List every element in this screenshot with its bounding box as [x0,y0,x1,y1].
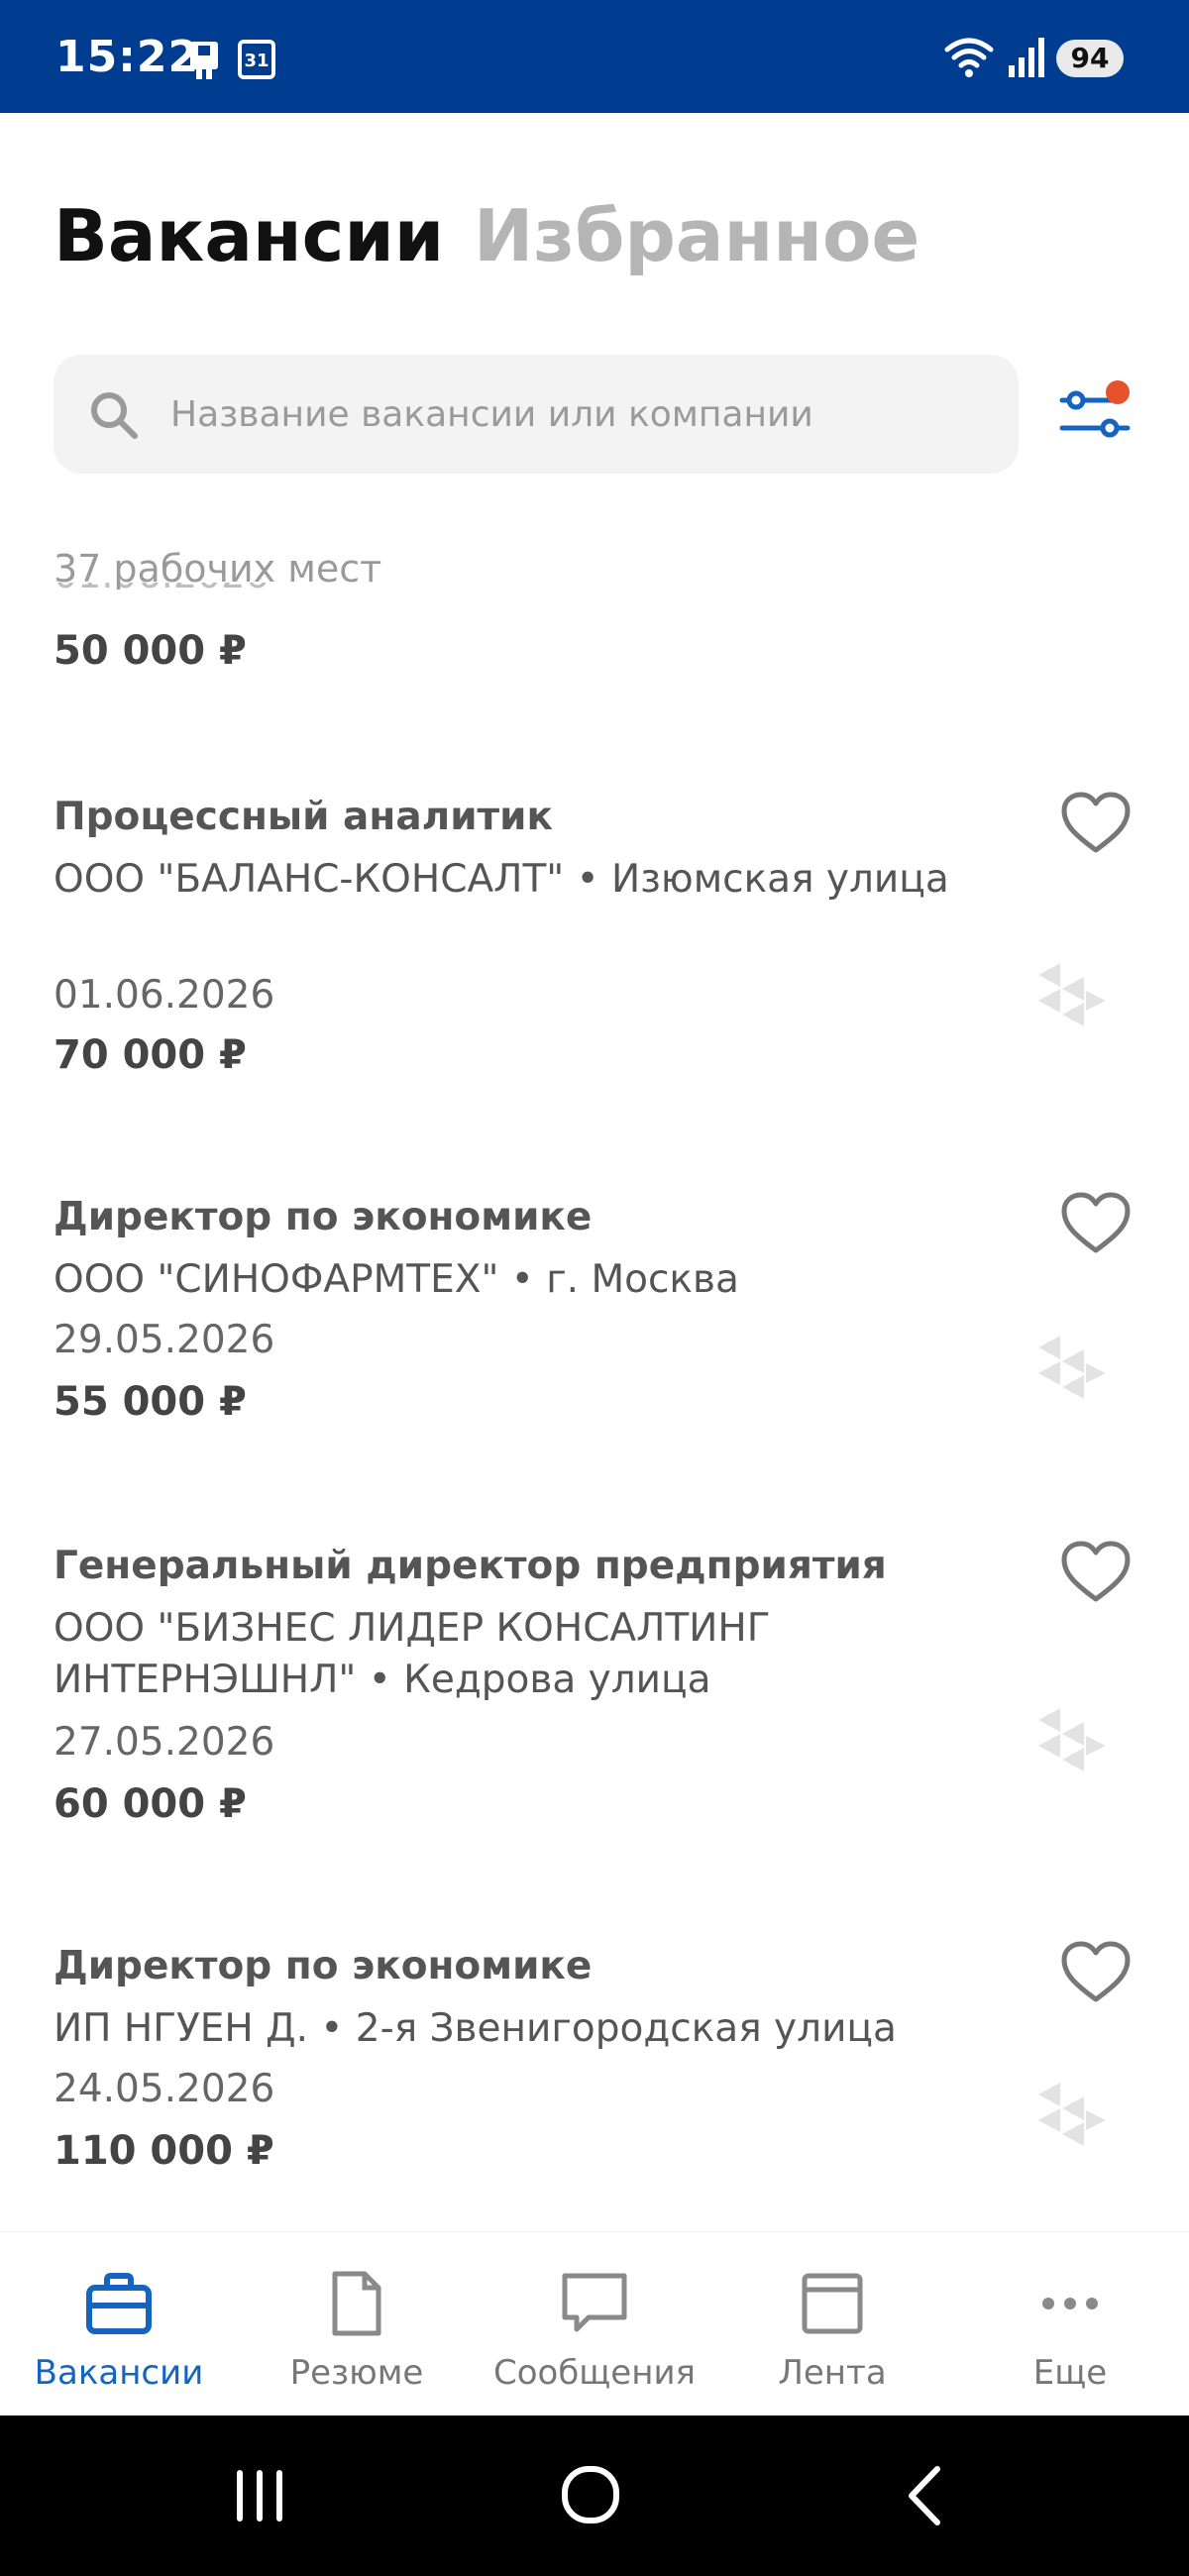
tab-vacancies[interactable]: Вакансии [54,194,444,277]
vacancy-date: 29.05.2026 [54,1318,275,1362]
feed-icon [802,2273,863,2334]
nav-label: Вакансии [34,2353,204,2393]
nav-more[interactable]: Еще [951,2232,1189,2416]
nav-messages[interactable]: Сообщения [476,2232,713,2416]
vacancy-company: ИП НГУЕН Д. • 2-я Звенигородская улица [54,2006,897,2051]
tab-favorites[interactable]: Избранное [474,194,919,277]
bottom-navigation: Вакансии Резюме Сообщения Лента Еще [0,2231,1189,2415]
vacancy-salary: 55 000 ₽ [54,1379,247,1425]
quick-apply-icon[interactable] [1032,1334,1112,1409]
battery-indicator: 94 [1056,40,1124,77]
back-icon[interactable] [886,2461,965,2530]
nav-resume[interactable]: Резюме [238,2232,476,2416]
vacancy-date: 27.05.2026 [54,1720,275,1765]
nav-feed[interactable]: Лента [713,2232,951,2416]
home-icon[interactable] [551,2461,630,2530]
vacancy-card[interactable]: Генеральный директор предприятия ООО "БИ… [0,1541,1189,1880]
vacancy-title: Директор по экономике [54,1195,593,1239]
vacancy-card[interactable]: Процессный аналитик ООО "БАЛАНС-КОНСАЛТ"… [0,792,1189,1131]
vacancy-company: ООО "БАЛАНС-КОНСАЛТ" • Изюмская улица [54,857,949,902]
nav-label: Резюме [289,2353,424,2393]
vacancy-date: 24.05.2026 [54,2067,275,2111]
partial-item-salary: 50 000 ₽ [54,628,247,674]
battery-level: 94 [1070,42,1110,74]
vacancy-list[interactable]: 01.06.2026 37 рабочих мест 50 000 ₽ Проц… [0,525,1189,2231]
status-time: 15:22 [55,32,200,82]
quick-apply-icon[interactable] [1032,1706,1112,1781]
heart-icon[interactable] [1060,1540,1132,1605]
heart-icon[interactable] [1060,1940,1132,2005]
heart-icon[interactable] [1060,1191,1132,1256]
briefcase-icon [86,2273,152,2334]
signal-icon [1009,38,1044,77]
results-count: 37 рабочих мест [54,547,382,590]
nav-vacancies[interactable]: Вакансии [0,2232,238,2416]
wifi-icon [944,38,994,77]
vacancy-title: Генеральный директор предприятия [54,1544,887,1588]
vacancy-company: ООО "СИНОФАРМТЕХ" • г. Москва [54,1257,739,1302]
recent-apps-icon[interactable] [220,2461,299,2530]
vacancy-title: Директор по экономике [54,1944,593,1988]
vacancy-salary: 70 000 ₽ [54,1032,247,1078]
document-icon [332,2271,381,2336]
filter-button[interactable] [1054,375,1137,458]
sim-card-icon [190,42,218,79]
vacancy-salary: 60 000 ₽ [54,1781,247,1827]
filter-active-badge [1106,380,1130,404]
status-bar: 15:22 31 94 [0,0,1189,113]
calendar-day: 31 [244,51,270,71]
vacancy-card[interactable]: Директор по экономике ИП НГУЕН Д. • 2-я … [0,1941,1189,2231]
vacancy-salary: 110 000 ₽ [54,2128,274,2174]
vacancy-company: ООО "БИЗНЕС ЛИДЕР КОНСАЛТИНГ ИНТЕРНЭШНЛ"… [54,1606,771,1702]
vacancy-card[interactable]: Директор по экономике ООО "СИНОФАРМТЕХ" … [0,1192,1189,1482]
vacancy-title: Процессный аналитик [54,795,553,839]
more-icon [1042,2298,1098,2309]
search-bar[interactable] [54,355,1019,474]
nav-label: Лента [778,2353,887,2393]
calendar-icon: 31 [238,40,275,79]
nav-label: Еще [1032,2353,1108,2393]
quick-apply-icon[interactable] [1032,961,1112,1036]
system-navigation-bar [0,2415,1189,2576]
search-input[interactable] [170,355,983,474]
vacancy-date: 01.06.2026 [54,973,275,1018]
chat-icon [562,2273,627,2332]
nav-label: Сообщения [492,2353,697,2393]
search-icon [91,392,138,439]
quick-apply-icon[interactable] [1032,2081,1112,2156]
heart-icon[interactable] [1060,791,1132,856]
